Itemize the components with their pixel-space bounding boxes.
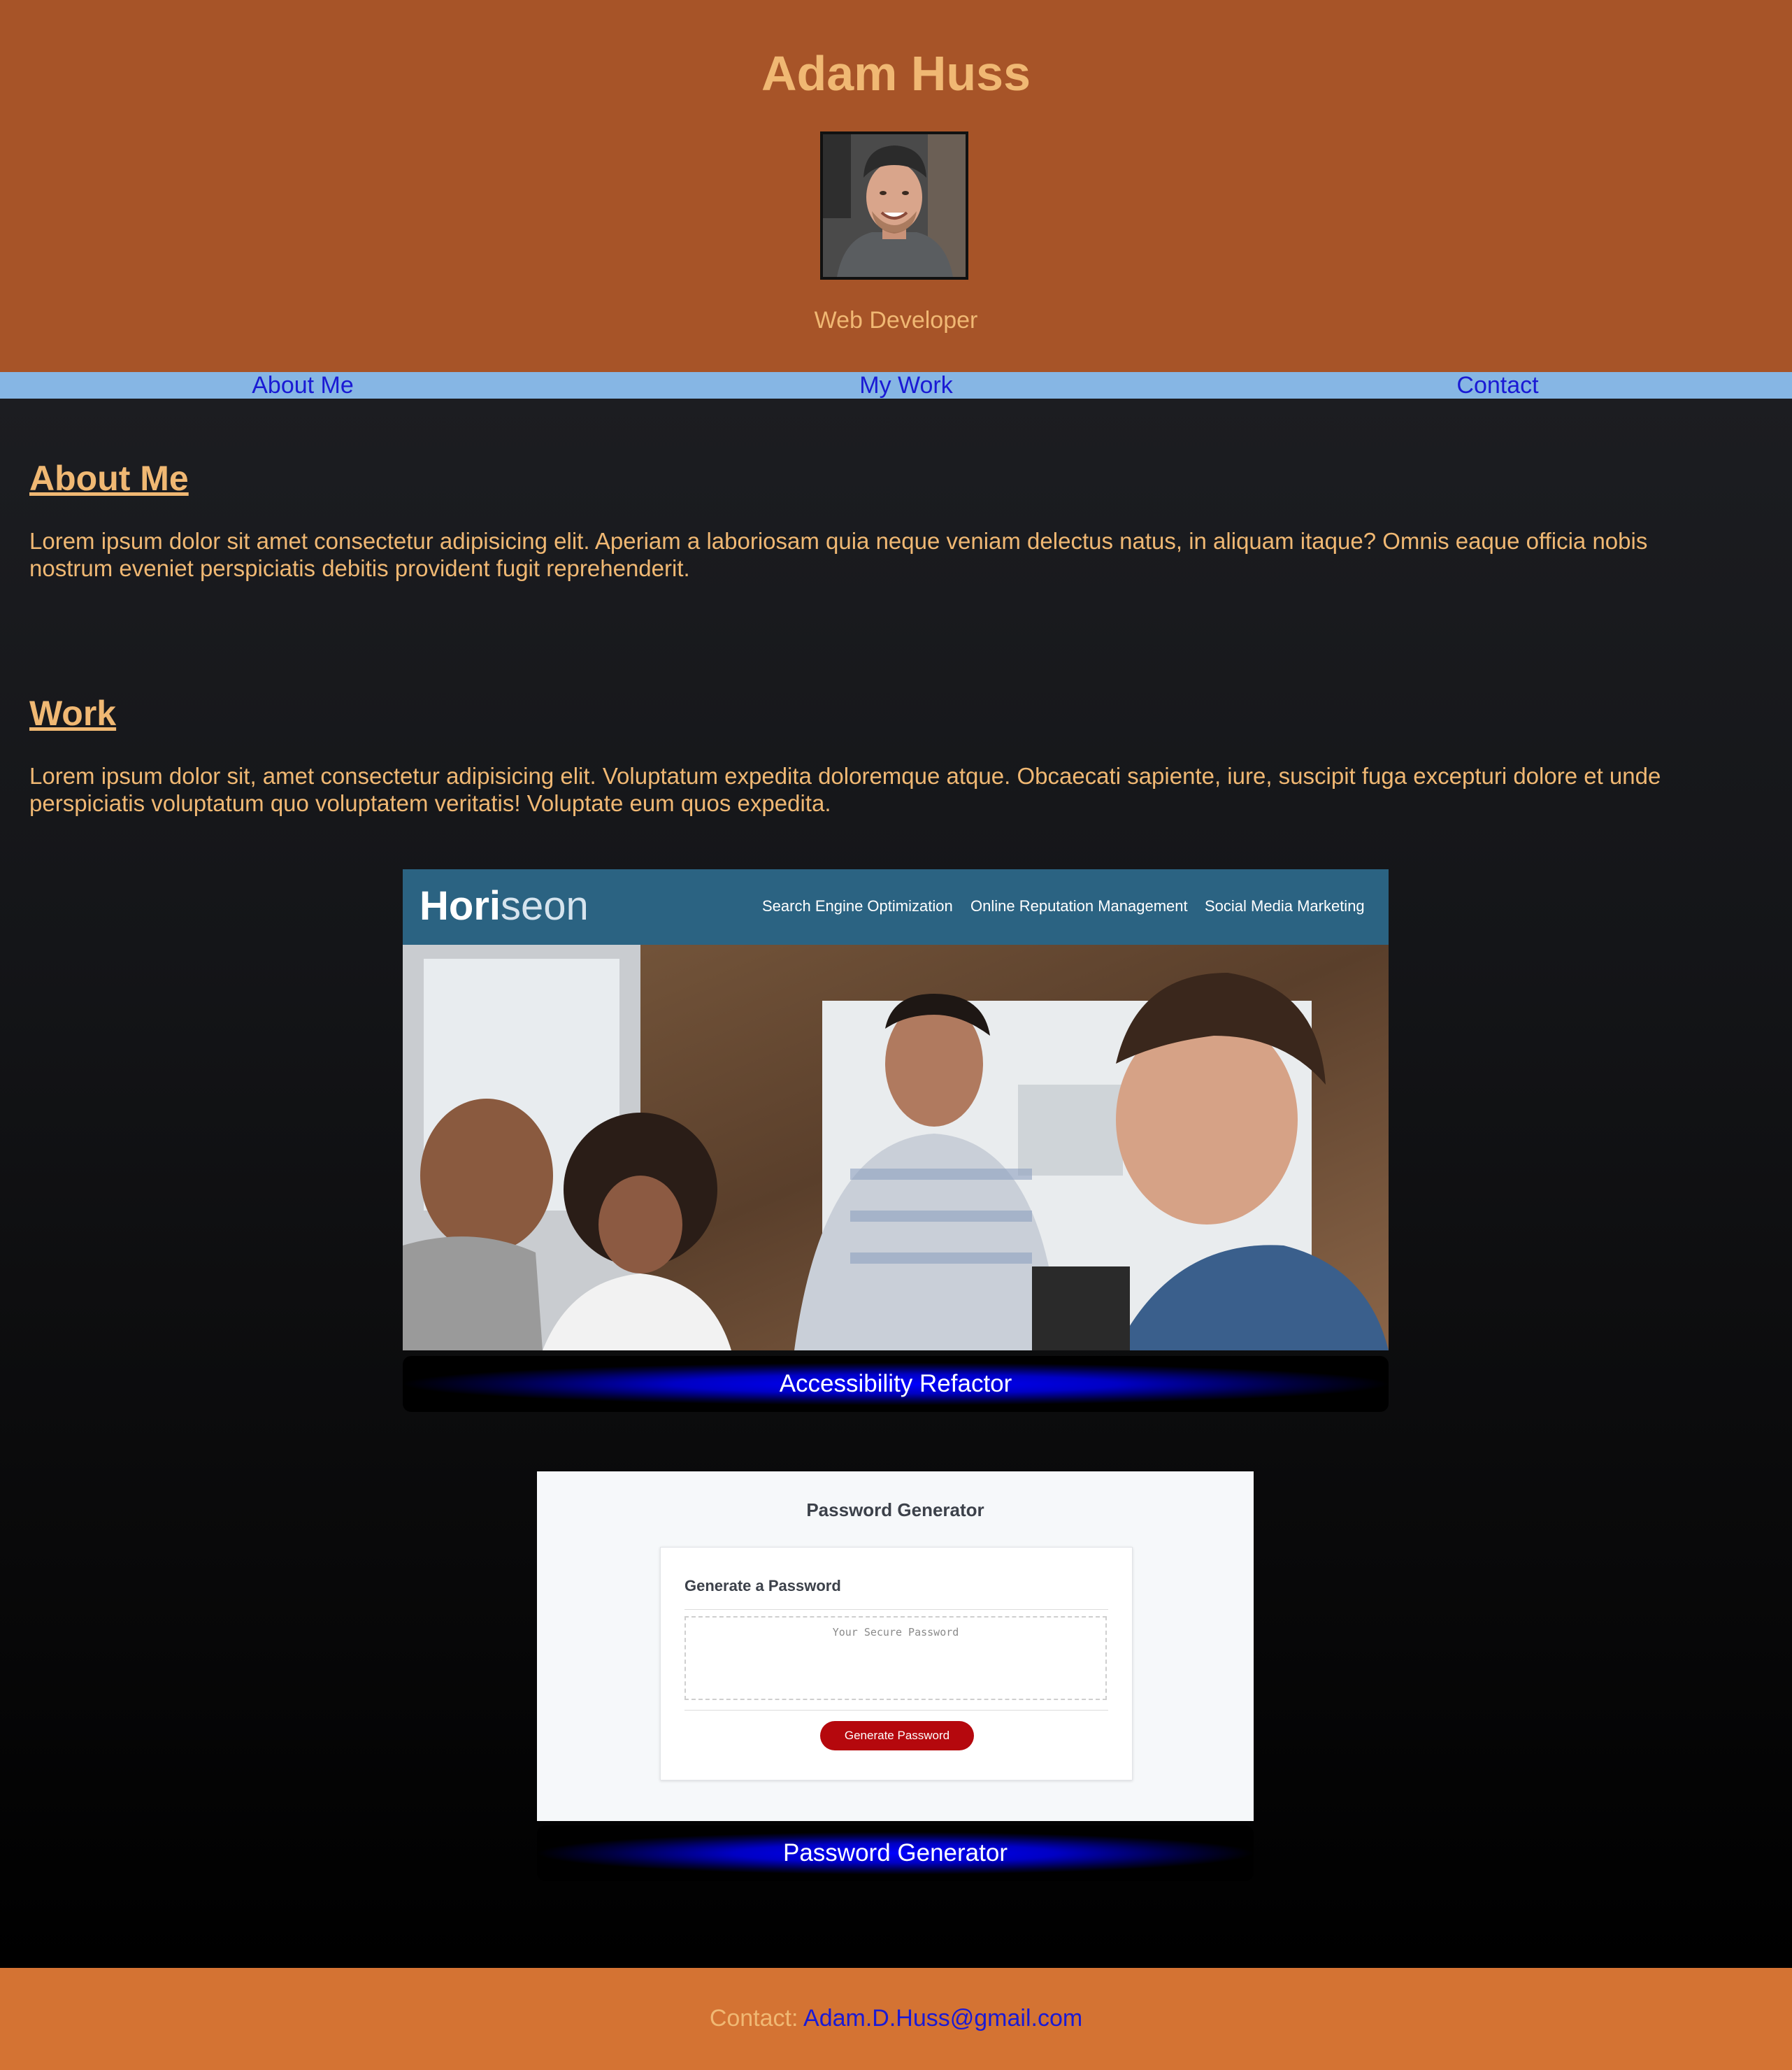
password-app-background: Password Generator Generate a Password Y… — [537, 1471, 1254, 1821]
project-caption[interactable]: Password Generator — [537, 1825, 1254, 1881]
project-card-password-generator[interactable]: Password Generator Generate a Password Y… — [537, 1471, 1254, 1881]
site-footer: Contact: Adam.D.Huss@gmail.com — [0, 1968, 1792, 2070]
divider — [684, 1710, 1108, 1711]
nav-link-my-work[interactable]: My Work — [859, 372, 952, 399]
password-output-box: Your Secure Password — [684, 1616, 1107, 1700]
horiseon-logo: Horiseon — [420, 882, 589, 931]
generate-password-button: Generate Password — [820, 1721, 974, 1750]
project-screenshot[interactable]: Password Generator Generate a Password Y… — [537, 1471, 1254, 1821]
work-text: Lorem ipsum dolor sit, amet consectetur … — [29, 763, 1661, 816]
password-app-card: Generate a Password Your Secure Password… — [660, 1547, 1133, 1780]
horiseon-logo-accent: seon — [501, 883, 589, 929]
project-caption[interactable]: Accessibility Refactor — [403, 1356, 1389, 1412]
nav-link-about-me[interactable]: About Me — [252, 372, 354, 399]
horiseon-nav-reputation: Online Reputation Management — [970, 897, 1188, 915]
horiseon-nav-social: Social Media Marketing — [1205, 897, 1365, 915]
site-title: Adam Huss — [761, 46, 1031, 101]
horiseon-header: Horiseon Search Engine Optimization Onli… — [403, 869, 1389, 945]
site-header: Adam Huss Web Developer — [0, 0, 1792, 372]
profile-photo — [823, 134, 966, 277]
about-text: Lorem ipsum dolor sit amet consectetur a… — [29, 528, 1648, 581]
project-screenshot[interactable]: Horiseon Search Engine Optimization Onli… — [403, 869, 1389, 1350]
password-card-title: Generate a Password — [684, 1577, 841, 1594]
main-content: About Me Lorem ipsum dolor sit amet cons… — [0, 399, 1792, 1968]
contact-line: Contact: Adam.D.Huss@gmail.com — [0, 2003, 1792, 2034]
about-heading: About Me — [29, 459, 189, 498]
avatar — [820, 131, 968, 280]
contact-email-link[interactable]: Adam.D.Huss@gmail.com — [803, 2005, 1082, 2032]
team-meeting-photo — [403, 945, 1389, 1350]
project-card-accessibility-refactor[interactable]: Horiseon Search Engine Optimization Onli… — [403, 869, 1389, 1412]
job-title: Web Developer — [814, 307, 978, 334]
main-nav: About Me My Work Contact — [0, 372, 1792, 399]
horiseon-logo-main: Hori — [420, 883, 501, 929]
contact-label: Contact: — [709, 2005, 798, 2032]
horiseon-nav-seo: Search Engine Optimization — [762, 897, 953, 915]
divider — [684, 1609, 1108, 1610]
password-app-title: Password Generator — [806, 1499, 984, 1520]
work-heading: Work — [29, 694, 117, 733]
nav-link-contact[interactable]: Contact — [1456, 372, 1538, 399]
password-placeholder: Your Secure Password — [832, 1626, 959, 1639]
